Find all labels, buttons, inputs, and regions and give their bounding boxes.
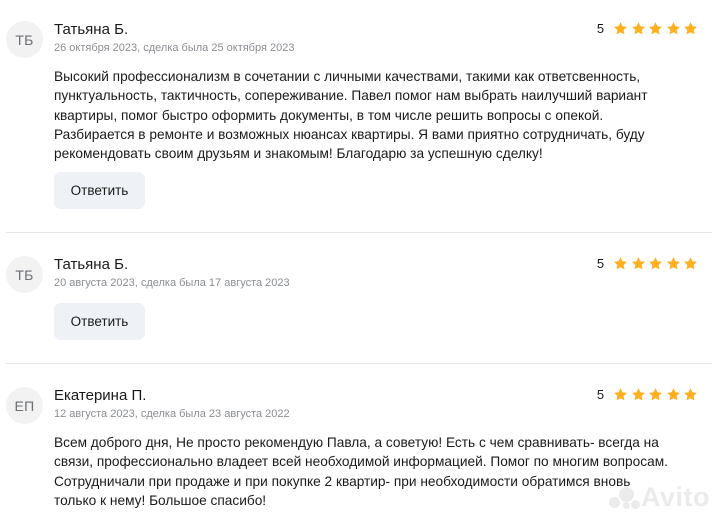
star-rating bbox=[611, 21, 698, 36]
rating: 5 bbox=[597, 387, 698, 402]
star-icon bbox=[631, 257, 645, 270]
star-icon bbox=[614, 257, 628, 270]
review-text: Всем доброго дня, Не просто рекомендую П… bbox=[54, 433, 704, 510]
star-icon bbox=[684, 257, 697, 270]
divider bbox=[6, 363, 712, 364]
review-text-line: Разбирается в ремонте и возможных нюанса… bbox=[54, 126, 645, 142]
rating-value: 5 bbox=[596, 256, 605, 271]
rating: 5 bbox=[597, 256, 698, 271]
reply-button[interactable]: Ответить bbox=[54, 172, 145, 209]
star-rating bbox=[611, 256, 698, 271]
rating: 5 bbox=[597, 21, 698, 36]
star-icon bbox=[649, 257, 663, 270]
reviewer-name: Екатерина П. bbox=[54, 387, 147, 404]
review-text-line: Сотрудничали при продаже и при покупке 2… bbox=[54, 473, 631, 489]
reply-button[interactable]: Ответить bbox=[54, 303, 145, 340]
review-date: 26 октября 2023, сделка была 25 октября … bbox=[54, 42, 295, 54]
review-text-line: пунктуальность, тактичность, сопереживан… bbox=[54, 88, 648, 104]
star-icon bbox=[631, 388, 645, 401]
avito-watermark: Avito bbox=[609, 482, 710, 513]
reviewer-name: Татьяна Б. bbox=[54, 21, 129, 38]
star-icon bbox=[614, 22, 628, 35]
star-rating bbox=[611, 387, 698, 402]
avito-logo-icon bbox=[609, 485, 640, 511]
star-icon bbox=[684, 388, 697, 401]
review-text-line: только к нему! Большое спасибо! bbox=[54, 492, 267, 508]
review-date: 12 августа 2023, сделка была 23 августа … bbox=[54, 408, 290, 420]
divider bbox=[6, 232, 712, 233]
star-icon bbox=[666, 388, 680, 401]
review-text-line: квартиры, помог быстро оформить документ… bbox=[54, 107, 604, 123]
star-icon bbox=[666, 257, 680, 270]
star-icon bbox=[684, 22, 697, 35]
rating-value: 5 bbox=[596, 387, 605, 402]
review-text-line: связи, профессионально владеет всей необ… bbox=[54, 454, 668, 470]
watermark-text: Avito bbox=[641, 482, 710, 512]
avatar: ЕП bbox=[6, 387, 43, 424]
avatar: ТБ bbox=[6, 256, 43, 293]
reviewer-name: Татьяна Б. bbox=[54, 256, 129, 273]
review-date: 20 августа 2023, сделка была 17 августа … bbox=[54, 277, 290, 289]
rating-value: 5 bbox=[596, 21, 605, 36]
star-icon bbox=[649, 22, 663, 35]
review-text: Высокий профессионализм в сочетании с ли… bbox=[54, 67, 704, 163]
review-text-line: рекомендовать своим друзьям и знакомым! … bbox=[54, 146, 543, 162]
review-text-line: Всем доброго дня, Не просто рекомендую П… bbox=[54, 435, 659, 450]
star-icon bbox=[666, 22, 680, 35]
review-text-line: Высокий профессионализм в сочетании с ли… bbox=[54, 69, 641, 84]
star-icon bbox=[649, 388, 663, 401]
star-icon bbox=[631, 22, 645, 35]
star-icon bbox=[614, 388, 628, 401]
avatar: ТБ bbox=[6, 21, 43, 58]
